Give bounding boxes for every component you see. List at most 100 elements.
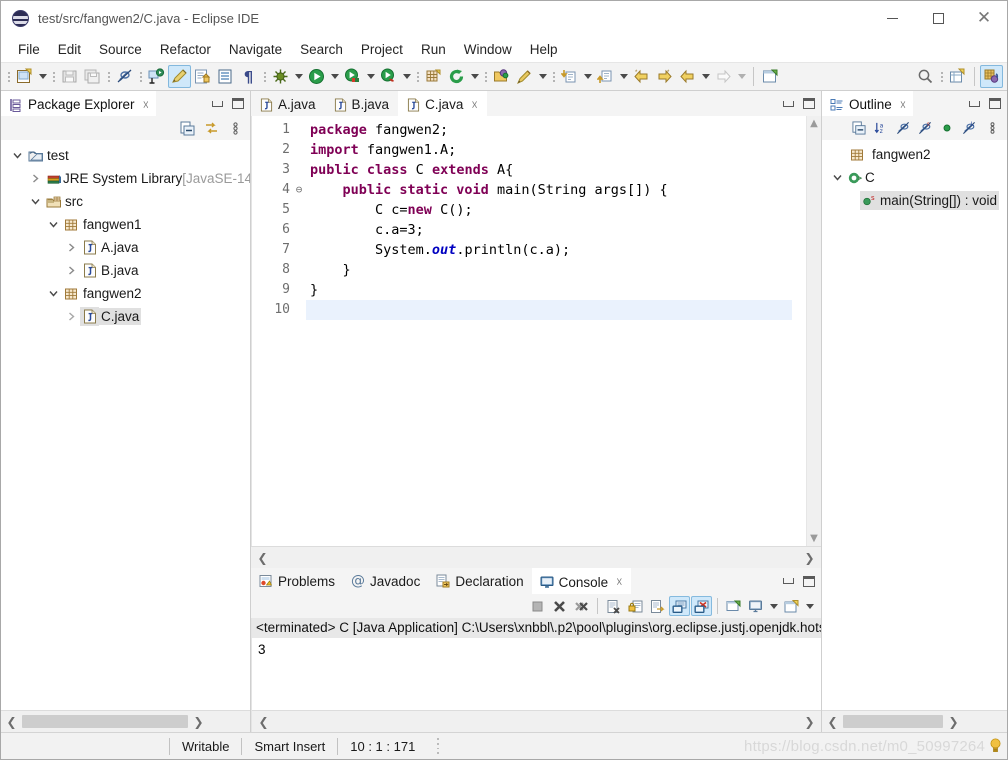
editor-vscrollbar[interactable]: ▲ ▼ (806, 116, 821, 546)
maximize-view-button[interactable] (800, 95, 817, 112)
tree-row[interactable]: A.java (1, 236, 250, 259)
clear-console-button[interactable] (603, 596, 624, 616)
tip-bulb-button[interactable] (988, 737, 1003, 754)
coverage-dropdown[interactable] (400, 65, 413, 88)
collapse-all-button[interactable] (850, 120, 867, 137)
external-tools-dropdown[interactable] (364, 65, 377, 88)
code-line[interactable]: c.a=3; (306, 220, 792, 240)
maximize-button[interactable] (915, 1, 961, 36)
code-line[interactable]: package fangwen2; (306, 120, 792, 140)
scroll-up-icon[interactable]: ▲ (810, 118, 818, 129)
minimize-button[interactable] (869, 1, 915, 36)
maximize-view-button[interactable] (986, 95, 1003, 112)
tab-problems[interactable]: Problems (251, 568, 343, 594)
new-java-class-button[interactable] (145, 65, 168, 88)
scroll-down-icon[interactable]: ▼ (810, 533, 818, 544)
forward-disabled-button[interactable] (712, 65, 735, 88)
previous-annotation-dropdown[interactable] (617, 65, 630, 88)
new-wizard-dropdown[interactable] (36, 65, 49, 88)
display-console-dropdown[interactable] (767, 595, 780, 618)
folding-ruler[interactable]: ⊖ (292, 116, 306, 546)
scroll-right-icon[interactable]: ❯ (188, 711, 209, 732)
view-menu-button[interactable] (984, 120, 1001, 137)
scroll-left-icon[interactable]: ❮ (1, 711, 22, 732)
forward-button[interactable]: * (653, 65, 676, 88)
menu-window[interactable]: Window (455, 39, 521, 60)
terminate-button[interactable] (527, 596, 548, 616)
menu-run[interactable]: Run (412, 39, 455, 60)
last-edit-dropdown[interactable] (699, 65, 712, 88)
open-console-button[interactable] (781, 596, 802, 616)
hide-fields-button[interactable] (894, 120, 911, 137)
refresh-button[interactable] (445, 65, 468, 88)
tree-row[interactable]: C.java (1, 305, 250, 328)
hide-non-public-button[interactable] (938, 120, 955, 137)
run-dropdown[interactable] (328, 65, 341, 88)
open-resource-button[interactable] (214, 65, 237, 88)
link-with-editor-button[interactable] (203, 120, 220, 137)
refresh-dropdown[interactable] (468, 65, 481, 88)
code-line[interactable]: System.out.println(c.a); (306, 240, 792, 260)
show-console-on-error-button[interactable] (691, 596, 712, 616)
maximize-view-button[interactable] (229, 95, 246, 112)
twisty-open-icon[interactable] (9, 144, 26, 167)
outline-tree[interactable]: fangwen2 C s main(String[]): void (822, 140, 1007, 710)
outline-item-package[interactable]: fangwen2 (822, 143, 1007, 166)
code-line[interactable]: } (306, 280, 792, 300)
hide-static-members-button[interactable]: s (916, 120, 933, 137)
menu-edit[interactable]: Edit (49, 39, 90, 60)
twisty-open-icon[interactable] (45, 282, 62, 305)
twisty-open-icon[interactable] (45, 213, 62, 236)
code-line[interactable]: public class C extends A{ (306, 160, 792, 180)
new-editor-button[interactable] (759, 65, 782, 88)
hscroll-thumb[interactable] (843, 715, 943, 728)
tree-row[interactable]: JRE System Library [JavaSE-14] (1, 167, 250, 190)
package-explorer-tree[interactable]: test JRE System Library [JavaSE-14] src … (1, 140, 250, 710)
collapse-all-button[interactable] (179, 120, 196, 137)
close-icon[interactable]: ☓ (471, 98, 477, 112)
menu-refactor[interactable]: Refactor (151, 39, 220, 60)
run-button[interactable] (305, 65, 328, 88)
scroll-left-icon[interactable]: ❮ (253, 711, 274, 732)
tab-console[interactable]: Console ☓ (531, 568, 631, 594)
console-output-text[interactable]: 3 (252, 638, 821, 710)
tree-row[interactable]: test (1, 144, 250, 167)
twisty-open-icon[interactable] (27, 190, 44, 213)
remove-all-terminated-button[interactable] (571, 596, 592, 616)
java-perspective-button[interactable] (980, 65, 1003, 88)
scroll-left-icon[interactable]: ❮ (252, 547, 273, 568)
twisty-closed-icon[interactable] (63, 236, 80, 259)
overview-ruler[interactable] (792, 116, 806, 546)
scroll-left-icon[interactable]: ❮ (822, 711, 843, 732)
save-all-button[interactable] (81, 65, 104, 88)
word-wrap-button[interactable] (647, 596, 668, 616)
menu-source[interactable]: Source (90, 39, 151, 60)
open-resource-folder-button[interactable] (490, 65, 513, 88)
sort-button[interactable]: a z (872, 120, 889, 137)
search-pencil-button[interactable] (513, 65, 536, 88)
tab-javadoc[interactable]: @ Javadoc (343, 568, 428, 594)
external-tools-button[interactable] (341, 65, 364, 88)
twisty-closed-icon[interactable] (27, 167, 44, 190)
new-wizard-button[interactable] (13, 65, 36, 88)
last-edit-location-button[interactable] (676, 65, 699, 88)
next-annotation-dropdown[interactable] (581, 65, 594, 88)
save-button[interactable] (58, 65, 81, 88)
close-button[interactable]: ✕ (961, 1, 1007, 36)
new-java-package-button[interactable] (422, 65, 445, 88)
scroll-right-icon[interactable]: ❯ (943, 711, 964, 732)
minimize-view-button[interactable] (780, 573, 797, 590)
twisty-closed-icon[interactable] (63, 305, 80, 328)
view-menu-button[interactable] (227, 120, 244, 137)
back-button[interactable]: * (630, 65, 653, 88)
twisty-open-icon[interactable] (829, 166, 846, 189)
outline-item-selected-row[interactable]: s main(String[]) : void (860, 191, 1000, 210)
code-line[interactable]: import fangwen1.A; (306, 140, 792, 160)
tree-row[interactable]: src (1, 190, 250, 213)
menu-project[interactable]: Project (352, 39, 412, 60)
close-icon[interactable]: ☓ (143, 98, 149, 112)
tab-declaration[interactable]: Declaration (428, 568, 531, 594)
remove-launch-button[interactable] (549, 596, 570, 616)
tab-c-java[interactable]: C.java ☓ (398, 91, 487, 116)
pin-console-button[interactable] (723, 596, 744, 616)
